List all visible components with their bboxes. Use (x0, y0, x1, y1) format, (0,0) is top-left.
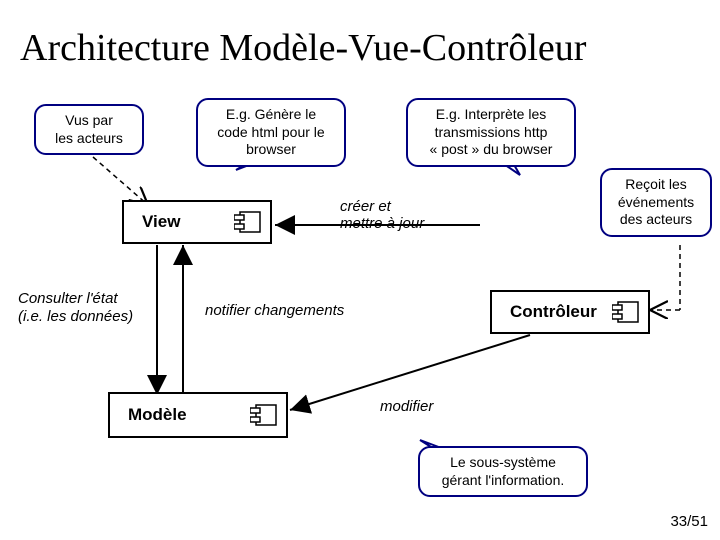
uml-view-box: View (122, 200, 272, 244)
callout-text: Vus par les acteurs (55, 112, 123, 146)
diagram-svg (0, 0, 720, 540)
callout-sous-systeme: Le sous-système gérant l'information. (418, 446, 588, 497)
uml-box-label: Modèle (128, 405, 187, 425)
callout-vus-par-acteurs: Vus par les acteurs (34, 104, 144, 155)
uml-controleur-box: Contrôleur (490, 290, 650, 334)
component-icon (250, 403, 278, 427)
callout-recoit: Reçoit les événements des acteurs (600, 168, 712, 237)
uml-box-label: Contrôleur (510, 302, 597, 322)
page-title: Architecture Modèle-Vue-Contrôleur (20, 26, 586, 70)
uml-modele-box: Modèle (108, 392, 288, 438)
callout-text: Reçoit les événements des acteurs (618, 176, 694, 227)
component-icon (234, 210, 262, 234)
callout-genere-html: E.g. Génère le code html pour le browser (196, 98, 346, 167)
component-icon (612, 300, 640, 324)
callout-text: E.g. Génère le code html pour le browser (217, 106, 324, 157)
label-modifier: modifier (380, 398, 433, 415)
page-number: 33/51 (670, 513, 708, 530)
label-notifier: notifier changements (205, 302, 344, 319)
label-creer: créer et mettre à jour (340, 198, 424, 232)
callout-text: E.g. Interprète les transmissions http «… (430, 106, 553, 157)
callout-interprete: E.g. Interprète les transmissions http «… (406, 98, 576, 167)
uml-box-label: View (142, 212, 180, 232)
callout-text: Le sous-système gérant l'information. (442, 454, 565, 488)
note-consulter: Consulter l'état (i.e. les données) (18, 290, 133, 326)
